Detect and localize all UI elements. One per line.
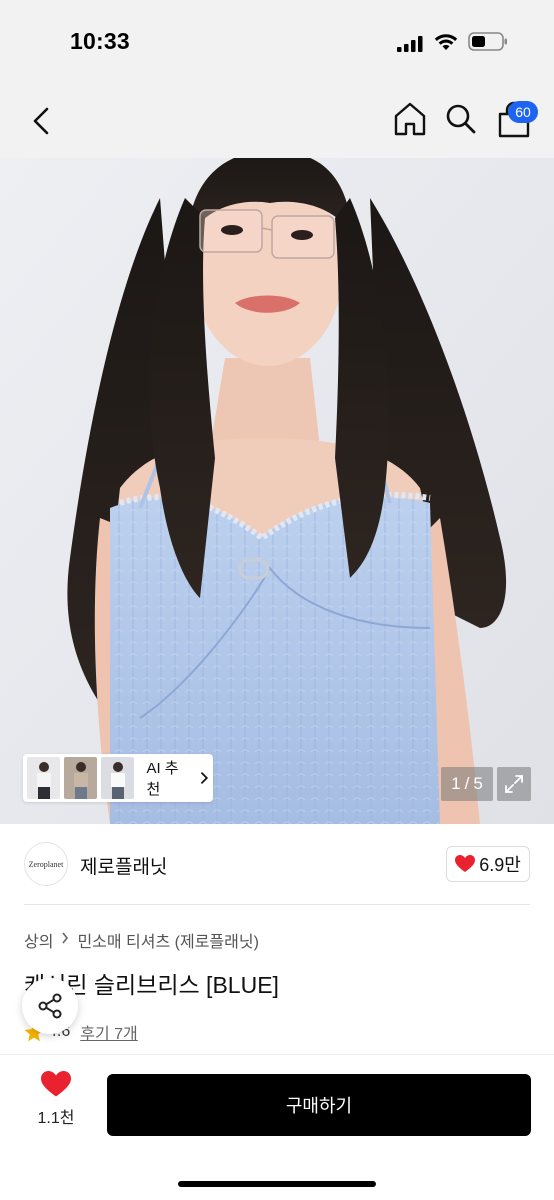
recommend-thumbnail[interactable] xyxy=(64,757,98,799)
buy-button[interactable]: 구매하기 xyxy=(107,1074,531,1136)
home-icon[interactable] xyxy=(392,100,428,138)
expand-icon xyxy=(505,775,523,793)
status-time: 10:33 xyxy=(70,28,130,54)
heart-icon xyxy=(41,1071,71,1097)
wishlist-button[interactable]: 1.1천 xyxy=(24,1071,88,1135)
wishlist-count: 1.1천 xyxy=(37,1110,75,1127)
cart-count-badge: 60 xyxy=(508,101,538,123)
divider xyxy=(24,904,530,905)
expand-image-button[interactable] xyxy=(497,767,531,801)
breadcrumb: 상의 민소매 티셔츠 (제로플래닛) xyxy=(24,928,259,952)
home-indicator xyxy=(178,1181,376,1187)
heart-icon xyxy=(455,855,476,872)
product-image[interactable]: AI 추천 1 / 5 xyxy=(0,158,554,824)
search-icon[interactable] xyxy=(443,100,479,138)
recommend-thumbnail[interactable] xyxy=(27,757,61,799)
ai-recommend-strip[interactable]: AI 추천 xyxy=(23,754,213,802)
chevron-left-icon xyxy=(33,107,49,135)
bottom-action-bar: 1.1천 구매하기 xyxy=(0,1054,554,1200)
reviews-link[interactable]: 후기 7개 xyxy=(80,1020,138,1044)
cellular-signal-icon xyxy=(397,36,423,52)
image-counter-separator: / xyxy=(464,774,470,793)
breadcrumb-subcategory[interactable]: 민소매 티셔츠 (제로플래닛) xyxy=(77,928,258,952)
wifi-icon xyxy=(434,34,458,50)
brand-like-button[interactable]: 6.9만 xyxy=(446,846,530,882)
image-counter-total: 5 xyxy=(473,774,483,793)
battery-icon xyxy=(468,32,507,51)
chevron-right-icon xyxy=(61,931,69,949)
ai-recommend-label: AI 추천 xyxy=(146,760,179,798)
brand-name[interactable]: 제로플래닛 xyxy=(80,852,167,879)
share-icon xyxy=(38,993,62,1019)
back-button[interactable] xyxy=(24,102,58,140)
image-counter: 1 / 5 xyxy=(441,767,493,801)
share-button[interactable] xyxy=(22,978,78,1034)
chevron-right-icon xyxy=(201,772,209,784)
image-counter-current: 1 xyxy=(451,774,461,793)
brand-logo[interactable]: Zeroplanet xyxy=(24,842,68,886)
breadcrumb-category[interactable]: 상의 xyxy=(24,928,53,952)
top-nav-bar xyxy=(0,82,554,158)
brand-row: Zeroplanet 제로플래닛 6.9만 xyxy=(0,824,554,906)
status-bar: 10:33 xyxy=(0,0,554,82)
recommend-thumbnail[interactable] xyxy=(101,757,135,799)
product-photo xyxy=(0,158,554,824)
brand-like-count: 6.9만 xyxy=(479,855,521,875)
